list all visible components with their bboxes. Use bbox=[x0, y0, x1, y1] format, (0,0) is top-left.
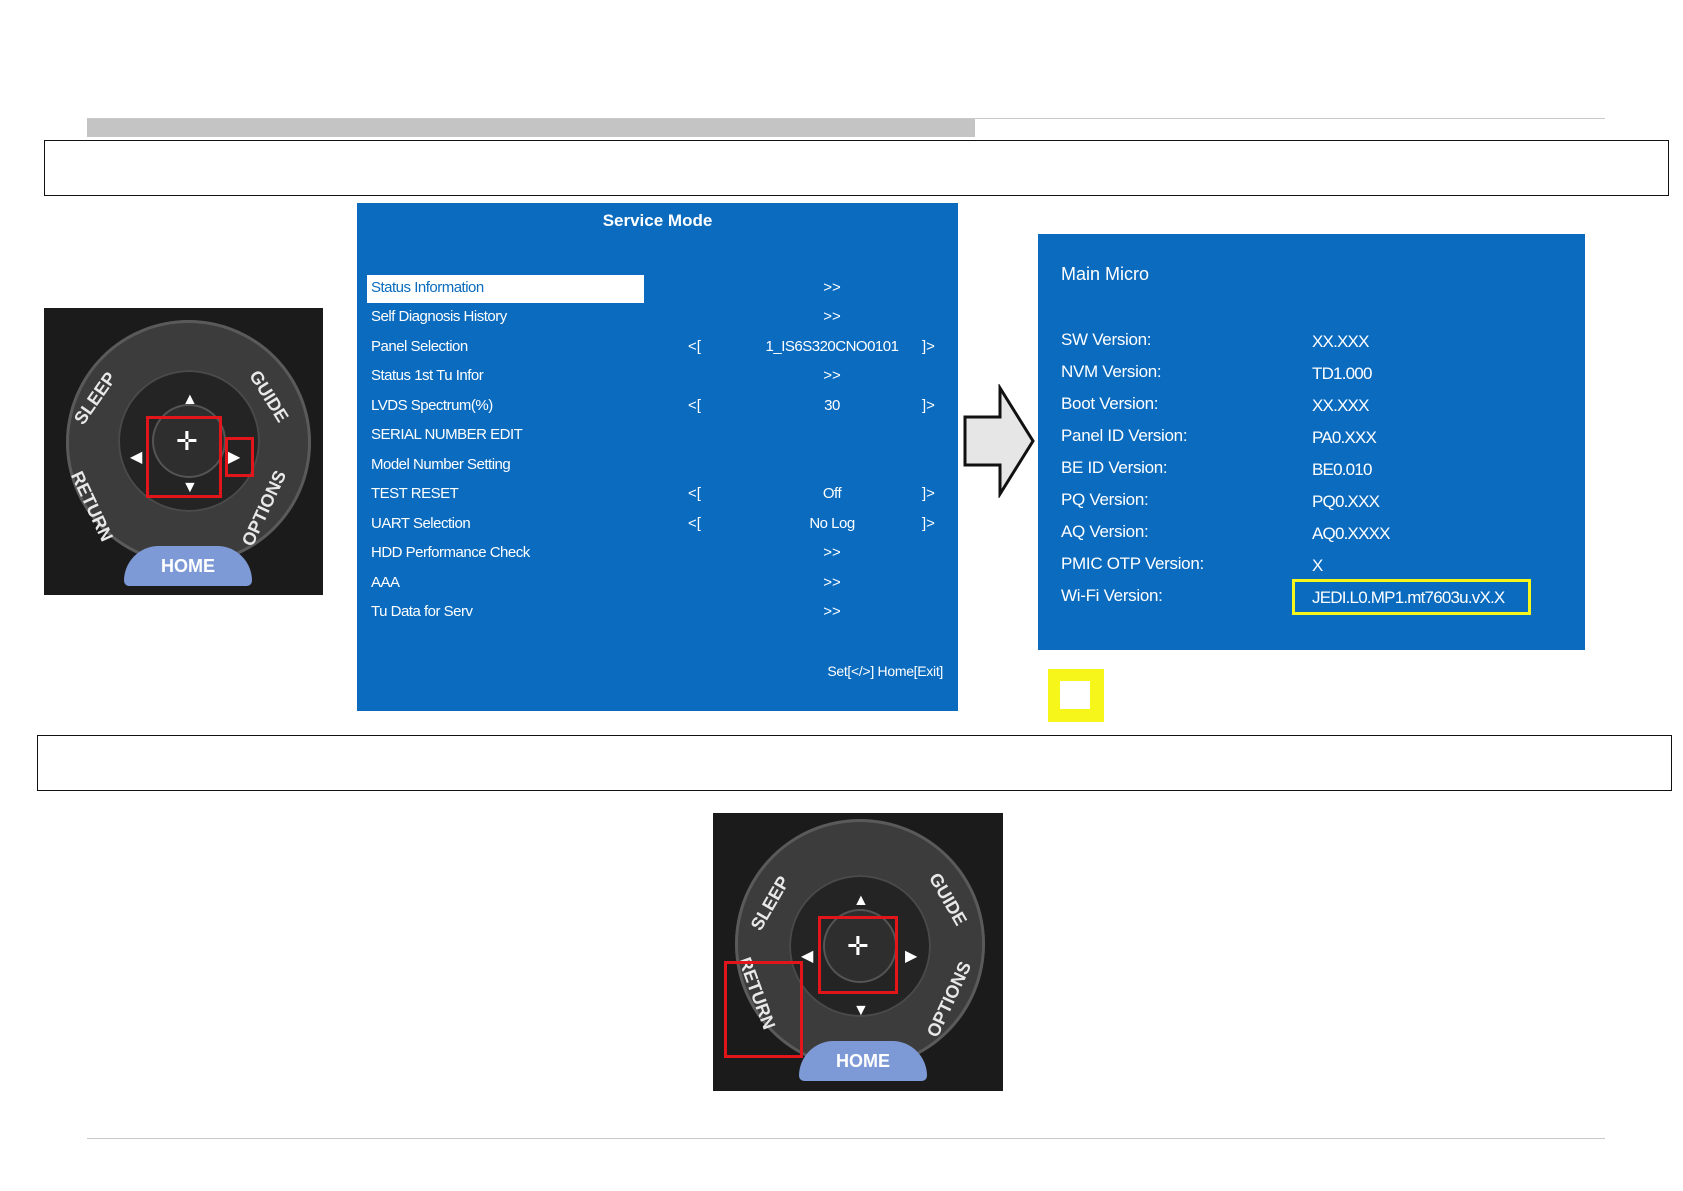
menu-item-label: AAA bbox=[371, 574, 400, 591]
version-value: BE0.010 bbox=[1312, 460, 1372, 479]
service-menu-item[interactable]: TEST RESET <[ Off ]> bbox=[357, 483, 958, 507]
version-label: Panel ID Version: bbox=[1061, 426, 1188, 445]
service-mode-footer: Set[</>] Home[Exit] bbox=[827, 663, 943, 679]
menu-item-label: LVDS Spectrum(%) bbox=[371, 397, 493, 414]
menu-item-label: HDD Performance Check bbox=[371, 544, 530, 561]
version-label: BE ID Version: bbox=[1061, 458, 1168, 477]
menu-item-label: Model Number Setting bbox=[371, 456, 511, 473]
menu-item-value: No Log bbox=[809, 515, 855, 532]
version-value: AQ0.XXXX bbox=[1312, 524, 1391, 543]
increase-arrow[interactable]: ]> bbox=[922, 338, 935, 355]
remote-control-image-2: ✛ ▲ ▼ ◀ ▶ SLEEP GUIDE RETURN OPTIONS HOM… bbox=[713, 813, 1003, 1091]
version-value: PQ0.XXX bbox=[1312, 492, 1380, 511]
version-row: BE ID Version: BE0.010 bbox=[1038, 456, 1585, 484]
highlight-enter bbox=[818, 916, 898, 994]
version-row: NVM Version: TD1.000 bbox=[1038, 360, 1585, 388]
version-value: X bbox=[1312, 556, 1323, 575]
service-mode-title: Service Mode bbox=[602, 211, 713, 230]
version-row: PMIC OTP Version: X bbox=[1038, 552, 1585, 580]
version-label: SW Version: bbox=[1061, 330, 1152, 349]
submenu-chevron-icon: >> bbox=[823, 603, 841, 620]
service-menu-item[interactable]: SERIAL NUMBER EDIT bbox=[357, 424, 958, 448]
version-label: NVM Version: bbox=[1061, 362, 1162, 381]
submenu-chevron-icon: >> bbox=[823, 279, 841, 296]
version-row: Panel ID Version: PA0.XXX bbox=[1038, 424, 1585, 452]
service-mode-screen: Service Mode Status Information >> Self Di… bbox=[357, 203, 958, 711]
home-button[interactable]: HOME bbox=[124, 546, 252, 586]
menu-item-label: Tu Data for Serv bbox=[371, 603, 473, 620]
remote-control-image-1: ✛ ▲ ▼ ◀ ▶ SLEEP GUIDE RETURN OPTIONS HOM… bbox=[44, 308, 323, 595]
arrow-left-icon: ◀ bbox=[130, 449, 143, 466]
service-menu-item[interactable]: Self Diagnosis History >> bbox=[357, 306, 958, 330]
step2-caption-box bbox=[37, 735, 1672, 791]
arrow-up-icon: ▲ bbox=[853, 892, 869, 909]
menu-item-label: Self Diagnosis History bbox=[371, 308, 507, 325]
arrow-down-icon: ▼ bbox=[853, 1002, 869, 1019]
service-menu-item[interactable]: Status 1st Tu Infor >> bbox=[357, 365, 958, 389]
footer-rule bbox=[87, 1138, 1605, 1139]
menu-item-value: Off bbox=[822, 485, 842, 502]
home-button[interactable]: HOME bbox=[799, 1041, 927, 1081]
submenu-chevron-icon: >> bbox=[823, 574, 841, 591]
version-row: PQ Version: PQ0.XXX bbox=[1038, 488, 1585, 516]
service-menu-item[interactable]: UART Selection <[ No Log ]> bbox=[357, 513, 958, 537]
submenu-chevron-icon: >> bbox=[823, 544, 841, 561]
service-menu-item[interactable]: HDD Performance Check >> bbox=[357, 542, 958, 566]
decrease-arrow[interactable]: <[ bbox=[688, 485, 701, 502]
decrease-arrow[interactable]: <[ bbox=[688, 515, 701, 532]
version-label: Wi-Fi Version: bbox=[1061, 586, 1163, 605]
service-menu-item[interactable]: AAA >> bbox=[357, 572, 958, 596]
increase-arrow[interactable]: ]> bbox=[922, 485, 935, 502]
menu-item-value: 1_IS6S320CNO0101 bbox=[765, 338, 899, 355]
header-bar bbox=[87, 119, 975, 137]
menu-item-label: TEST RESET bbox=[371, 485, 459, 502]
menu-item-label: Status Information bbox=[371, 279, 484, 296]
service-menu-item[interactable]: Panel Selection <[ 1_IS6S320CNO0101 ]> bbox=[357, 336, 958, 360]
service-menu-item[interactable]: Status Information >> bbox=[357, 275, 958, 303]
yellow-legend-square bbox=[1048, 669, 1104, 722]
version-row: SW Version: XX.XXX bbox=[1038, 328, 1585, 356]
increase-arrow[interactable]: ]> bbox=[922, 515, 935, 532]
menu-item-value: 30 bbox=[824, 397, 840, 414]
decrease-arrow[interactable]: <[ bbox=[688, 338, 701, 355]
version-label: AQ Version: bbox=[1061, 522, 1149, 541]
arrow-up-icon: ▲ bbox=[182, 391, 198, 408]
step1-caption-box bbox=[44, 140, 1669, 196]
right-arrow-icon bbox=[963, 384, 1035, 498]
version-label: PQ Version: bbox=[1061, 490, 1149, 509]
version-value: XX.XXX bbox=[1312, 332, 1369, 351]
menu-item-label: Status 1st Tu Infor bbox=[371, 367, 484, 384]
version-label: PMIC OTP Version: bbox=[1061, 554, 1204, 573]
increase-arrow[interactable]: ]> bbox=[922, 397, 935, 414]
service-menu-item[interactable]: Tu Data for Serv >> bbox=[357, 601, 958, 625]
version-row: AQ Version: AQ0.XXXX bbox=[1038, 520, 1585, 548]
highlight-return bbox=[724, 961, 803, 1058]
service-menu-item[interactable]: LVDS Spectrum(%) <[ 30 ]> bbox=[357, 395, 958, 419]
version-label: Boot Version: bbox=[1061, 394, 1159, 413]
highlight-enter bbox=[146, 416, 222, 498]
main-micro-screen: Main Micro SW Version: XX.XXX NVM Version:… bbox=[1038, 234, 1585, 650]
decrease-arrow[interactable]: <[ bbox=[688, 397, 701, 414]
version-value: XX.XXX bbox=[1312, 396, 1369, 415]
menu-item-label: UART Selection bbox=[371, 515, 471, 532]
submenu-chevron-icon: >> bbox=[823, 308, 841, 325]
version-value: PA0.XXX bbox=[1312, 428, 1377, 447]
menu-item-label: SERIAL NUMBER EDIT bbox=[371, 426, 523, 443]
main-micro-title: Main Micro bbox=[1061, 264, 1150, 284]
version-value: TD1.000 bbox=[1312, 364, 1372, 383]
highlight-right bbox=[225, 437, 254, 477]
service-menu-item[interactable]: Model Number Setting bbox=[357, 454, 958, 478]
version-row: Boot Version: XX.XXX bbox=[1038, 392, 1585, 420]
header-rule bbox=[87, 118, 1605, 119]
arrow-right-icon: ▶ bbox=[905, 948, 918, 965]
menu-item-label: Panel Selection bbox=[371, 338, 468, 355]
submenu-chevron-icon: >> bbox=[823, 367, 841, 384]
highlight-wifi-version bbox=[1292, 579, 1531, 615]
